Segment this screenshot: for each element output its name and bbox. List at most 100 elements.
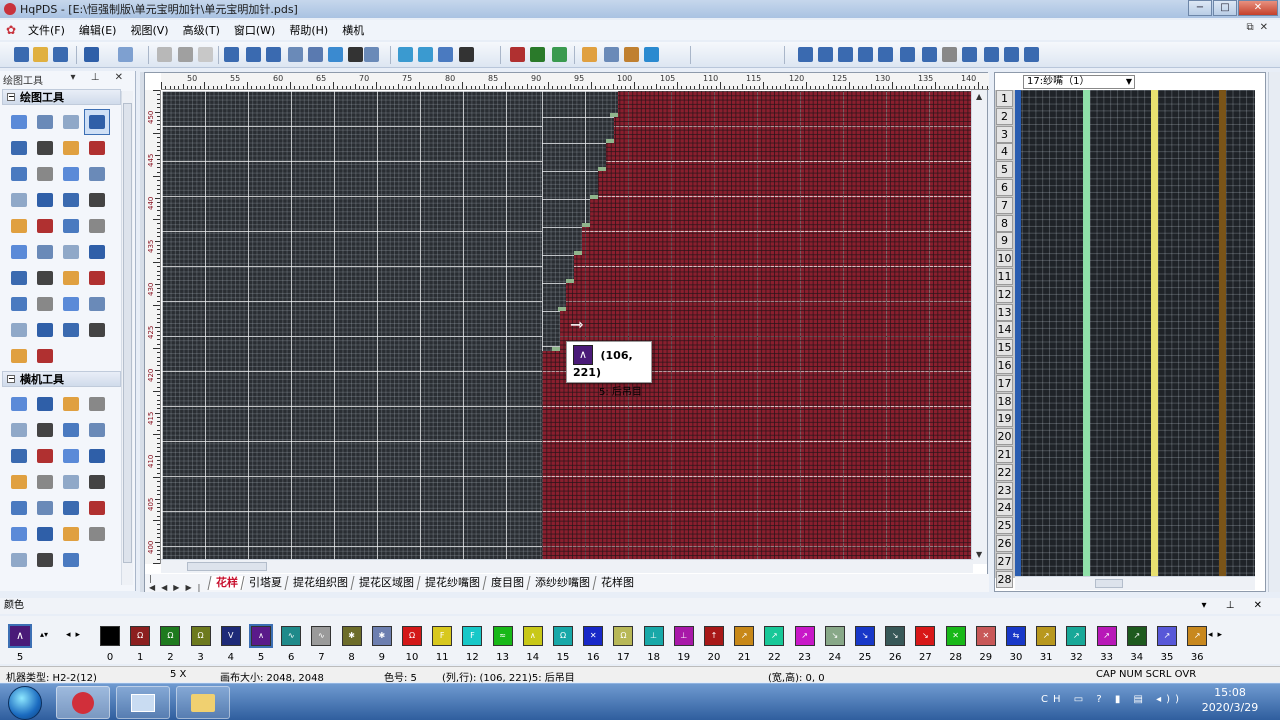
row-number[interactable]: 17 (996, 374, 1013, 392)
row-number[interactable]: 13 (996, 303, 1013, 321)
color-swatch-27[interactable]: ↘ (915, 626, 936, 646)
toolbar-button-icon[interactable] (398, 47, 413, 62)
toolbar-button-icon[interactable] (224, 47, 239, 62)
menu-file[interactable]: 文件(F) (28, 22, 65, 38)
drawing-tool-icon[interactable] (32, 109, 58, 135)
palette-nav-left-icon[interactable]: ◂▸ (66, 630, 85, 640)
machine-tool-icon[interactable] (84, 443, 110, 469)
color-swatch-22[interactable]: ↗ (764, 626, 785, 646)
scroll-down-icon[interactable]: ▼ (976, 550, 982, 559)
tab-4[interactable]: 提花纱嘴图 (416, 576, 488, 590)
drawing-tool-icon[interactable] (84, 317, 110, 343)
row-number[interactable]: 6 (996, 179, 1013, 196)
row-number[interactable]: 26 (996, 535, 1013, 552)
machine-tool-icon[interactable] (58, 521, 84, 547)
toolbar-button-icon[interactable] (604, 47, 619, 62)
toolbar-button-icon[interactable] (510, 47, 525, 62)
tab-7[interactable]: 花样图 (592, 576, 642, 590)
yarn-grid[interactable] (1015, 90, 1255, 576)
drawing-tool-icon[interactable] (6, 265, 32, 291)
toolbar-button-icon[interactable] (53, 47, 68, 62)
color-swatch-6[interactable]: ∿ (281, 626, 302, 646)
grid-red-area[interactable] (542, 91, 972, 559)
color-swatch-19[interactable]: ⊥ (673, 626, 694, 646)
start-button[interactable] (8, 686, 42, 720)
app-menu-icon[interactable]: ✿ (6, 24, 20, 36)
color-swatch-36[interactable]: ↗ (1187, 626, 1208, 646)
drawing-tool-icon[interactable] (58, 109, 84, 135)
drawing-tool-icon[interactable] (58, 239, 84, 265)
machine-tool-icon[interactable] (84, 469, 110, 495)
toolbar-button-icon[interactable] (157, 47, 172, 62)
drawing-tool-icon[interactable] (58, 213, 84, 239)
mdi-controls[interactable]: ⧉✕ (1246, 22, 1274, 33)
menu-advanced[interactable]: 高级(T) (183, 22, 220, 38)
panel-scrollbar[interactable] (121, 91, 133, 585)
toolbar-button-icon[interactable] (818, 47, 833, 62)
toolbar-button-icon[interactable] (178, 47, 193, 62)
machine-tool-icon[interactable] (58, 469, 84, 495)
toolbar-button-icon[interactable] (418, 47, 433, 62)
drawing-tool-icon[interactable] (32, 187, 58, 213)
row-number[interactable]: 2 (996, 107, 1013, 125)
drawing-tool-icon[interactable] (6, 187, 32, 213)
row-number[interactable]: 10 (996, 250, 1013, 268)
grid-dark-area[interactable] (542, 143, 606, 171)
color-swatch-23[interactable]: ↗ (794, 626, 815, 646)
menu-edit[interactable]: 编辑(E) (79, 22, 117, 38)
toolbar-button-icon[interactable] (459, 47, 474, 62)
color-swatch-33[interactable]: ↗ (1096, 626, 1117, 646)
color-swatch-25[interactable]: ↘ (855, 626, 875, 646)
tab-1[interactable]: 引塔夏 (240, 576, 290, 590)
stitch-cell[interactable] (590, 195, 598, 199)
drawing-tool-icon[interactable] (58, 291, 84, 317)
stitch-cell[interactable] (598, 167, 606, 171)
toolbar-button-icon[interactable] (328, 47, 343, 62)
machine-tool-icon[interactable] (58, 547, 84, 573)
toolbar-button-icon[interactable] (900, 47, 915, 62)
row-number[interactable]: 27 (996, 552, 1013, 570)
collapse-icon[interactable]: − (7, 375, 15, 383)
close-button[interactable]: ✕ (1238, 0, 1278, 16)
color-swatch-0[interactable] (100, 626, 120, 646)
machine-tool-icon[interactable] (84, 495, 110, 521)
tab-nav-icons[interactable]: |◀◀▶▶| (145, 574, 209, 592)
drawing-tool-icon[interactable] (32, 213, 58, 239)
color-swatch-12[interactable]: F (462, 626, 483, 646)
scroll-up-icon[interactable]: ▲ (976, 92, 982, 101)
color-swatch-24[interactable]: ↘ (824, 626, 845, 646)
drawing-tool-icon[interactable] (58, 317, 84, 343)
toolbar-button-icon[interactable] (1004, 47, 1019, 62)
drawing-tool-icon[interactable] (6, 161, 32, 187)
scroll-thumb[interactable] (1095, 579, 1123, 588)
machine-tool-icon[interactable] (6, 391, 32, 417)
tab-3[interactable]: 提花区域图 (350, 576, 422, 590)
row-number[interactable]: 11 (996, 268, 1013, 285)
section-drawing-tools[interactable]: − 绘图工具 (2, 89, 121, 105)
lang-indicator[interactable]: CH (1041, 694, 1066, 705)
color-swatch-29[interactable]: ✕ (975, 626, 996, 646)
stitch-cell[interactable] (558, 307, 566, 311)
toolbar-button-icon[interactable] (942, 47, 957, 62)
drawing-tool-icon[interactable] (84, 265, 110, 291)
machine-tool-icon[interactable] (6, 443, 32, 469)
stitch-cell[interactable] (552, 347, 560, 351)
toolbar-button-icon[interactable] (838, 47, 853, 62)
color-swatch-7[interactable]: ∿ (311, 626, 332, 646)
toolbar-button-icon[interactable] (922, 47, 937, 62)
row-number[interactable]: 1 (996, 90, 1013, 107)
drawing-tool-icon[interactable] (32, 161, 58, 187)
machine-tool-icon[interactable] (58, 391, 84, 417)
scroll-thumb[interactable] (187, 562, 267, 571)
drawing-tool-icon[interactable] (84, 109, 110, 135)
tab-2[interactable]: 提花组织图 (284, 576, 356, 590)
drawing-tool-icon[interactable] (58, 161, 84, 187)
drawing-tool-icon[interactable] (32, 239, 58, 265)
toolbar-button-icon[interactable] (118, 47, 133, 62)
color-swatch-30[interactable]: ⇆ (1006, 626, 1026, 646)
drawing-tool-icon[interactable] (84, 135, 110, 161)
drawing-tool-icon[interactable] (58, 135, 84, 161)
color-swatch-4[interactable]: V (220, 626, 241, 646)
machine-tool-icon[interactable] (6, 469, 32, 495)
menu-help[interactable]: 帮助(H) (289, 22, 328, 38)
